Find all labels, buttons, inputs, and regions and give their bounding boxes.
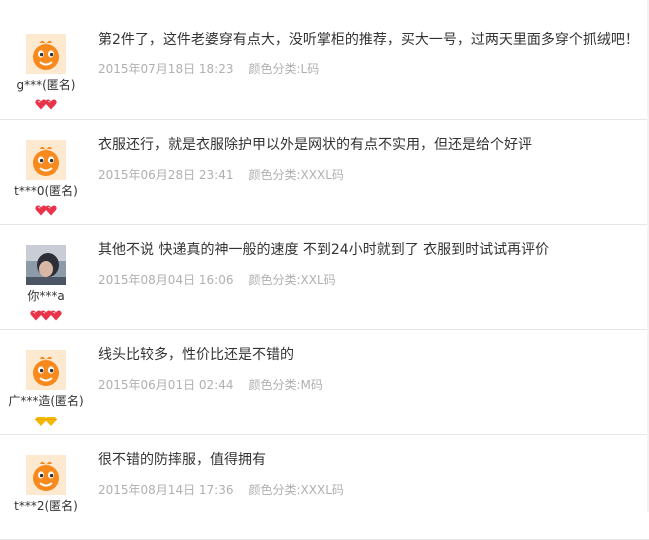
purchased-spec: 颜色分类:XXL码 <box>248 273 336 287</box>
diamond-icon <box>45 411 57 430</box>
review-item: 广***造(匿名) 线头比较多，性价比还是不错的 2015年06月01日 02:4… <box>0 330 649 435</box>
heart-icon <box>45 95 57 114</box>
review-item: 你***a 其他不说 快递真的神一般的速度 不到24小时就到了 衣服到时试试再评… <box>0 225 649 330</box>
review-meta: 2015年07月18日 18:23 颜色分类:L码 <box>98 60 319 77</box>
review-item: t***2(匿名) 很不错的防摔服，值得拥有 2015年08月14日 17:36 颜色… <box>0 435 649 540</box>
reviewer-username: t***0(匿名) <box>14 184 78 198</box>
review-text: 线头比较多，性价比还是不错的 <box>98 347 294 363</box>
taobao-mascot-avatar[interactable] <box>26 34 66 74</box>
credit-rank-badges <box>0 305 92 325</box>
purchased-spec: 颜色分类:XXXL码 <box>248 483 344 497</box>
review-item: g***(匿名) 第2件了，这件老婆穿有点大，没听掌柜的推荐，买大一号，过两天里… <box>0 0 649 120</box>
review-meta: 2015年06月28日 23:41 颜色分类:XXXL码 <box>98 166 344 183</box>
reviewer-username: g***(匿名) <box>16 78 76 92</box>
review-date: 2015年06月28日 23:41 <box>98 168 234 182</box>
review-meta: 2015年08月04日 16:06 颜色分类:XXL码 <box>98 271 336 288</box>
review-list: g***(匿名) 第2件了，这件老婆穿有点大，没听掌柜的推荐，买大一号，过两天里… <box>0 0 649 540</box>
credit-rank-badges <box>0 410 92 430</box>
purchased-spec: 颜色分类:XXXL码 <box>248 168 344 182</box>
review-date: 2015年06月01日 02:44 <box>98 378 234 392</box>
credit-rank-badges <box>0 94 92 114</box>
heart-icon <box>50 306 62 325</box>
taobao-mascot-avatar[interactable] <box>26 140 66 180</box>
review-meta: 2015年06月01日 02:44 颜色分类:M码 <box>98 376 323 393</box>
review-date: 2015年07月18日 18:23 <box>98 62 234 76</box>
review-meta: 2015年08月14日 17:36 颜色分类:XXXL码 <box>98 481 344 498</box>
reviewer-username: 广***造(匿名) <box>8 394 84 408</box>
reviewer-username: 你***a <box>27 289 65 303</box>
review-text: 很不错的防摔服，值得拥有 <box>98 452 266 468</box>
review-text: 其他不说 快递真的神一般的速度 不到24小时就到了 衣服到时试试再评价 <box>98 242 550 258</box>
credit-rank-badges <box>0 200 92 220</box>
review-item: t***0(匿名) 衣服还行，就是衣服除护甲以外是网状的有点不实用，但还是给个好… <box>0 120 649 225</box>
heart-icon <box>45 201 57 220</box>
review-text: 第2件了，这件老婆穿有点大，没听掌柜的推荐，买大一号，过两天里面多穿个抓绒吧！ <box>98 32 639 48</box>
taobao-mascot-avatar[interactable] <box>26 455 66 495</box>
review-date: 2015年08月14日 17:36 <box>98 483 234 497</box>
review-date: 2015年08月04日 16:06 <box>98 273 234 287</box>
purchased-spec: 颜色分类:L码 <box>248 62 320 76</box>
taobao-mascot-avatar[interactable] <box>26 350 66 390</box>
purchased-spec: 颜色分类:M码 <box>248 378 323 392</box>
user-photo-avatar[interactable] <box>26 245 66 285</box>
reviewer-username: t***2(匿名) <box>14 499 78 513</box>
review-text: 衣服还行，就是衣服除护甲以外是网状的有点不实用，但还是给个好评 <box>98 137 532 153</box>
